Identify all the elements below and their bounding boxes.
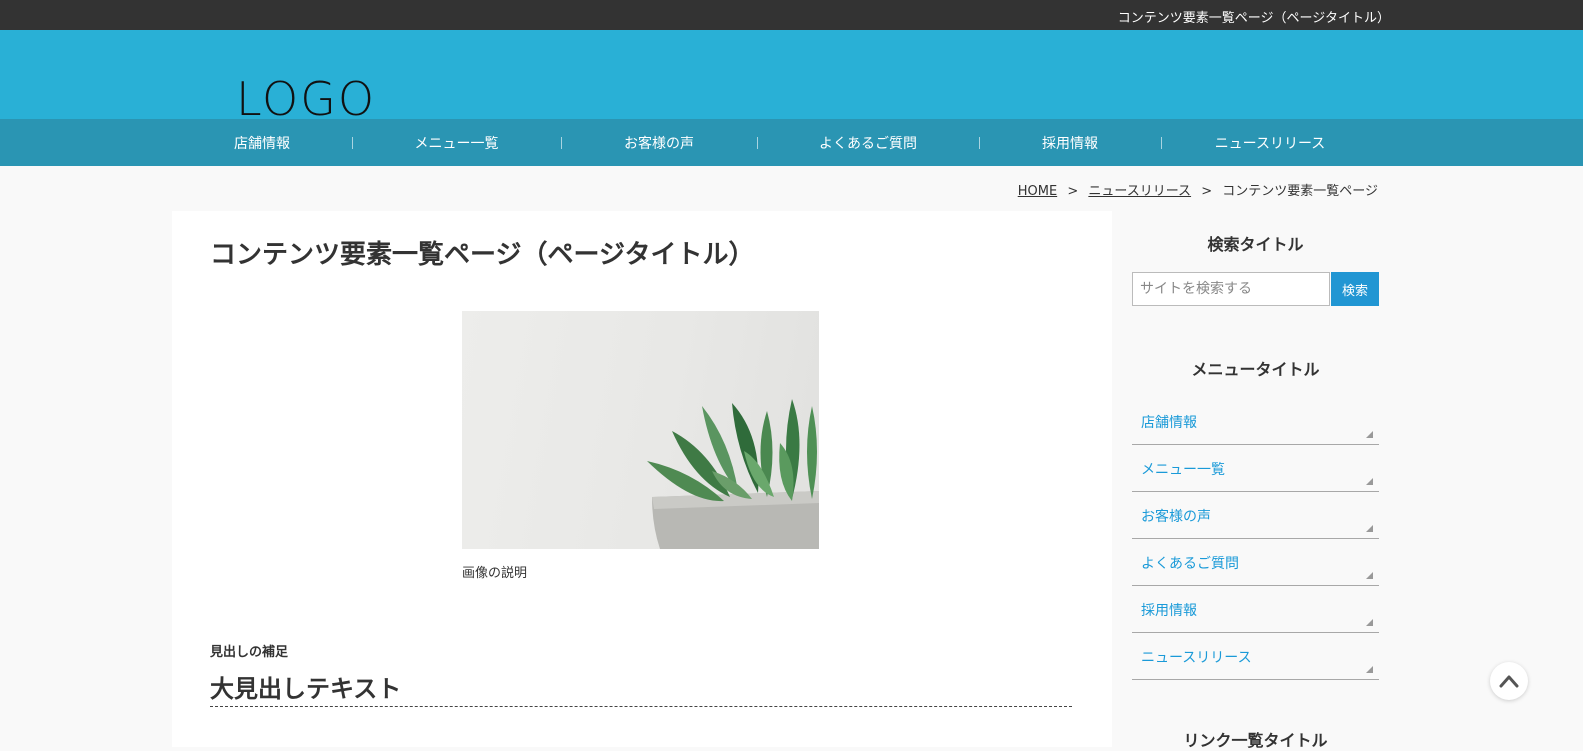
image-caption: 画像の説明: [462, 566, 528, 581]
sidebar-item-label: 店舗情報: [1141, 415, 1197, 431]
corner-arrow-icon: [1366, 478, 1373, 485]
nav-item-menu-list[interactable]: メニュー一覧: [352, 119, 561, 166]
section-heading: 大見出しテキスト: [210, 675, 402, 703]
sidebar-item-label: ニュースリリース: [1141, 650, 1252, 666]
site-header: LOGO: [0, 30, 1583, 122]
sidebar-item-menu-list[interactable]: メニュー一覧: [1132, 445, 1379, 492]
sidebar-item-recruit[interactable]: 採用情報: [1132, 586, 1379, 633]
corner-arrow-icon: [1366, 525, 1373, 532]
top-bar: コンテンツ要素一覧ページ（ページタイトル）: [0, 0, 1583, 30]
sidebar-item-label: よくあるご質問: [1141, 556, 1239, 572]
breadcrumb-news-release[interactable]: ニュースリリース: [1088, 184, 1191, 199]
breadcrumb-current: コンテンツ要素一覧ページ: [1222, 184, 1378, 199]
links-widget-title: リンク一覧タイトル: [1183, 731, 1328, 750]
sidebar-item-customer-voice[interactable]: お客様の声: [1132, 492, 1379, 539]
sidebar-item-store-info[interactable]: 店舗情報: [1132, 398, 1379, 445]
nav-item-faq[interactable]: よくあるご質問: [757, 119, 979, 166]
menu-widget-title: メニュータイトル: [1191, 360, 1320, 379]
heading-divider: [210, 706, 1072, 707]
breadcrumb: HOME > ニュースリリース > コンテンツ要素一覧ページ: [1018, 180, 1378, 199]
nav-item-customer-voice[interactable]: お客様の声: [561, 119, 757, 166]
sidebar-item-label: メニュー一覧: [1141, 462, 1225, 478]
main-content: コンテンツ要素一覧ページ（ページタイトル） 画像の説明 見出しの補足 大見出しテ…: [172, 211, 1112, 747]
nav-item-store-info[interactable]: 店舗情報: [172, 119, 352, 166]
corner-arrow-icon: [1366, 572, 1373, 579]
corner-arrow-icon: [1366, 666, 1373, 673]
heading-supplement: 見出しの補足: [210, 645, 289, 660]
breadcrumb-home[interactable]: HOME: [1018, 184, 1057, 199]
succulent-plant-image: [462, 311, 819, 549]
search-widget-title: 検索タイトル: [1207, 235, 1304, 254]
global-nav: 店舗情報 メニュー一覧 お客様の声 よくあるご質問 採用情報 ニュースリリース: [0, 119, 1583, 166]
search-button[interactable]: 検索: [1331, 272, 1379, 306]
search-form: 検索: [1132, 272, 1379, 306]
sidebar-menu: 店舗情報 メニュー一覧 お客様の声 よくあるご質問 採用情報 ニュースリリース: [1132, 398, 1379, 680]
corner-arrow-icon: [1366, 431, 1373, 438]
breadcrumb-separator: >: [1201, 184, 1213, 199]
site-description: コンテンツ要素一覧ページ（ページタイトル）: [1117, 11, 1390, 26]
succulent-illustration: [647, 399, 819, 549]
site-logo[interactable]: LOGO: [236, 76, 376, 122]
search-input[interactable]: [1132, 272, 1330, 306]
corner-arrow-icon: [1366, 619, 1373, 626]
nav-item-recruit[interactable]: 採用情報: [979, 119, 1161, 166]
sidebar-item-news-release[interactable]: ニュースリリース: [1132, 633, 1379, 680]
sidebar-item-label: 採用情報: [1141, 603, 1197, 619]
page-title: コンテンツ要素一覧ページ（ページタイトル）: [210, 240, 755, 270]
sidebar-item-label: お客様の声: [1141, 509, 1211, 525]
breadcrumb-separator: >: [1067, 184, 1079, 199]
nav-item-news-release[interactable]: ニュースリリース: [1161, 119, 1379, 166]
sidebar-item-faq[interactable]: よくあるご質問: [1132, 539, 1379, 586]
chevron-up-icon: [1499, 675, 1519, 688]
back-to-top-button[interactable]: [1490, 662, 1528, 700]
